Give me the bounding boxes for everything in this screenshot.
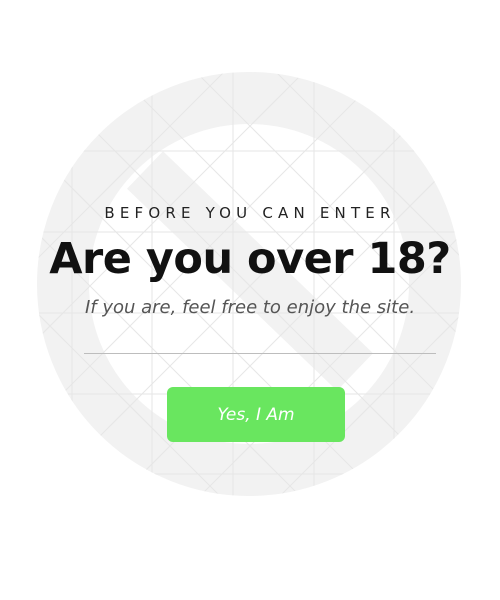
age-gate-page: BEFORE YOU CAN ENTER Are you over 18? If…: [0, 0, 500, 600]
divider: [84, 353, 436, 354]
gate-overline: BEFORE YOU CAN ENTER: [104, 204, 396, 222]
gate-headline: Are you over 18?: [49, 234, 451, 284]
confirm-age-button[interactable]: Yes, I Am: [167, 387, 345, 442]
gate-subline: If you are, feel free to enjoy the site.: [84, 297, 416, 318]
